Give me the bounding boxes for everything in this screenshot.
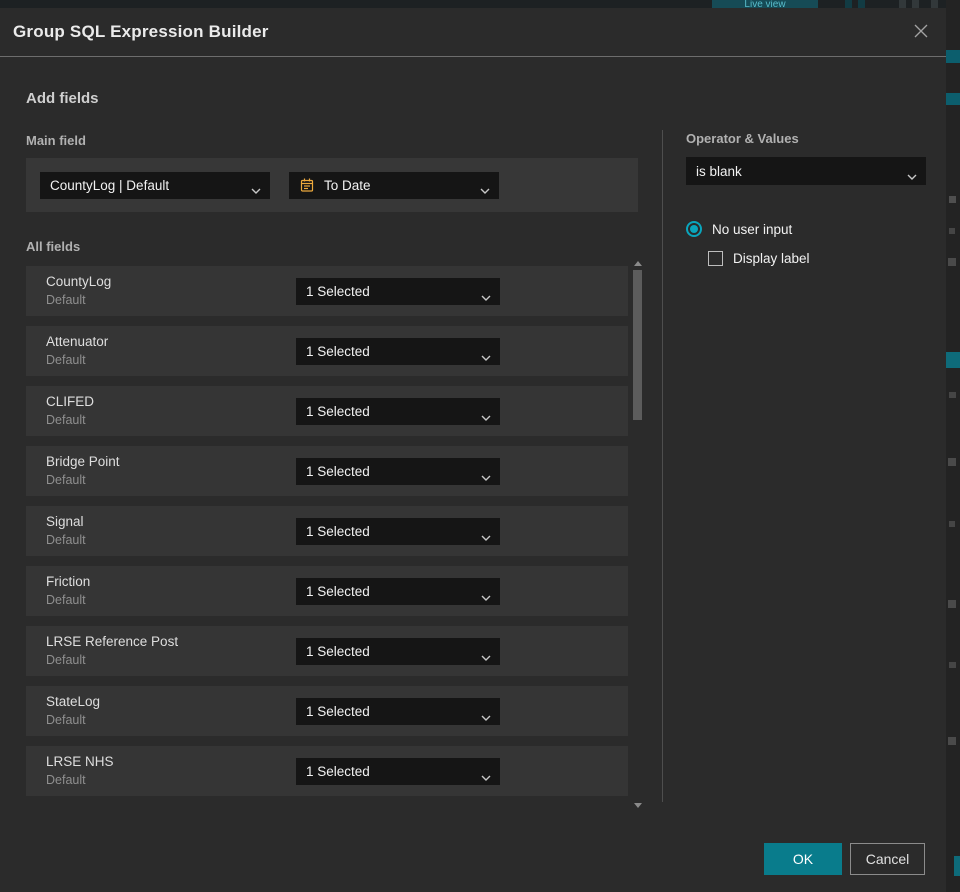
chevron-down-icon	[907, 168, 917, 183]
main-field-label: Main field	[26, 133, 86, 148]
no-user-input-label: No user input	[712, 221, 793, 237]
field-row: Signal Default 1 Selected	[26, 506, 628, 556]
operator-select[interactable]: is blank	[686, 157, 926, 185]
field-row: CLIFED Default 1 Selected	[26, 386, 628, 436]
checkbox-unchecked-icon[interactable]	[708, 251, 723, 266]
toolbar-icon-fragment	[899, 0, 906, 8]
field-selection-dropdown[interactable]: 1 Selected	[296, 278, 500, 305]
field-type-select[interactable]: To Date	[289, 171, 499, 199]
dialog-title: Group SQL Expression Builder	[13, 22, 269, 41]
field-selection-value: 1 Selected	[306, 764, 370, 779]
chevron-down-icon	[481, 289, 491, 304]
scrollbar-up-arrow-icon[interactable]	[634, 261, 642, 266]
toolbar-icon-fragment	[912, 0, 919, 8]
scrollbar-thumb[interactable]	[633, 270, 642, 420]
field-selection-value: 1 Selected	[306, 404, 370, 419]
scrollbar-down-arrow-icon[interactable]	[634, 803, 642, 808]
field-row: Bridge Point Default 1 Selected	[26, 446, 628, 496]
field-selection-value: 1 Selected	[306, 464, 370, 479]
dialog-titlebar: Group SQL Expression Builder	[0, 8, 946, 57]
chevron-down-icon	[481, 649, 491, 664]
main-field-select-value: CountyLog | Default	[50, 177, 170, 193]
chevron-down-icon	[481, 769, 491, 784]
main-field-select[interactable]: CountyLog | Default	[40, 171, 270, 199]
field-row: CountyLog Default 1 Selected	[26, 266, 628, 316]
chevron-down-icon	[480, 182, 490, 197]
panel-divider	[662, 130, 663, 802]
field-selection-value: 1 Selected	[306, 644, 370, 659]
field-selection-value: 1 Selected	[306, 344, 370, 359]
chevron-down-icon	[251, 182, 261, 197]
live-view-button-fragment[interactable]: Live view	[712, 0, 818, 8]
close-icon	[912, 22, 930, 43]
field-selection-dropdown[interactable]: 1 Selected	[296, 458, 500, 485]
toolbar-icon-fragment	[858, 0, 865, 8]
all-fields-list: CountyLog Default 1 Selected Attenuator …	[26, 261, 642, 811]
toolbar-icon-fragment	[845, 0, 852, 8]
field-row: LRSE NHS Default 1 Selected	[26, 746, 628, 796]
field-row: LRSE Reference Post Default 1 Selected	[26, 626, 628, 676]
chevron-down-icon	[481, 529, 491, 544]
field-selection-dropdown[interactable]: 1 Selected	[296, 338, 500, 365]
background-app-top-edge: Live view	[0, 0, 960, 8]
field-selection-dropdown[interactable]: 1 Selected	[296, 638, 500, 665]
operator-select-value: is blank	[696, 163, 742, 179]
main-field-box: CountyLog | Default To Date	[26, 158, 638, 212]
field-row: StateLog Default 1 Selected	[26, 686, 628, 736]
no-user-input-radio-row[interactable]: No user input	[686, 221, 792, 237]
fields-list-scrollbar[interactable]	[632, 261, 644, 811]
field-selection-dropdown[interactable]: 1 Selected	[296, 758, 500, 785]
group-sql-expression-builder-dialog: Group SQL Expression Builder Add fields …	[0, 8, 946, 892]
field-selection-dropdown[interactable]: 1 Selected	[296, 398, 500, 425]
field-selection-dropdown[interactable]: 1 Selected	[296, 698, 500, 725]
dialog-footer: OK Cancel	[0, 843, 946, 875]
display-label-label: Display label	[733, 251, 810, 266]
radio-selected-icon[interactable]	[686, 221, 702, 237]
field-selection-dropdown[interactable]: 1 Selected	[296, 578, 500, 605]
field-selection-value: 1 Selected	[306, 284, 370, 299]
chevron-down-icon	[481, 409, 491, 424]
field-type-select-value: To Date	[324, 177, 371, 193]
chevron-down-icon	[481, 709, 491, 724]
all-fields-label: All fields	[26, 239, 81, 254]
field-selection-value: 1 Selected	[306, 584, 370, 599]
add-fields-heading: Add fields	[26, 90, 99, 107]
ok-button[interactable]: OK	[764, 843, 842, 875]
operator-values-heading: Operator & Values	[686, 131, 799, 146]
chevron-down-icon	[481, 469, 491, 484]
chevron-down-icon	[481, 349, 491, 364]
display-label-checkbox-row[interactable]: Display label	[708, 251, 810, 266]
field-selection-dropdown[interactable]: 1 Selected	[296, 518, 500, 545]
toolbar-icon-fragment	[931, 0, 938, 8]
field-selection-value: 1 Selected	[306, 524, 370, 539]
calendar-icon	[299, 177, 315, 193]
chevron-down-icon	[481, 589, 491, 604]
field-row: Attenuator Default 1 Selected	[26, 326, 628, 376]
field-selection-value: 1 Selected	[306, 704, 370, 719]
live-view-label: Live view	[744, 0, 786, 8]
close-button[interactable]	[910, 21, 932, 43]
field-row: Friction Default 1 Selected	[26, 566, 628, 616]
background-app-right-edge	[946, 0, 960, 892]
cancel-button[interactable]: Cancel	[850, 843, 925, 875]
